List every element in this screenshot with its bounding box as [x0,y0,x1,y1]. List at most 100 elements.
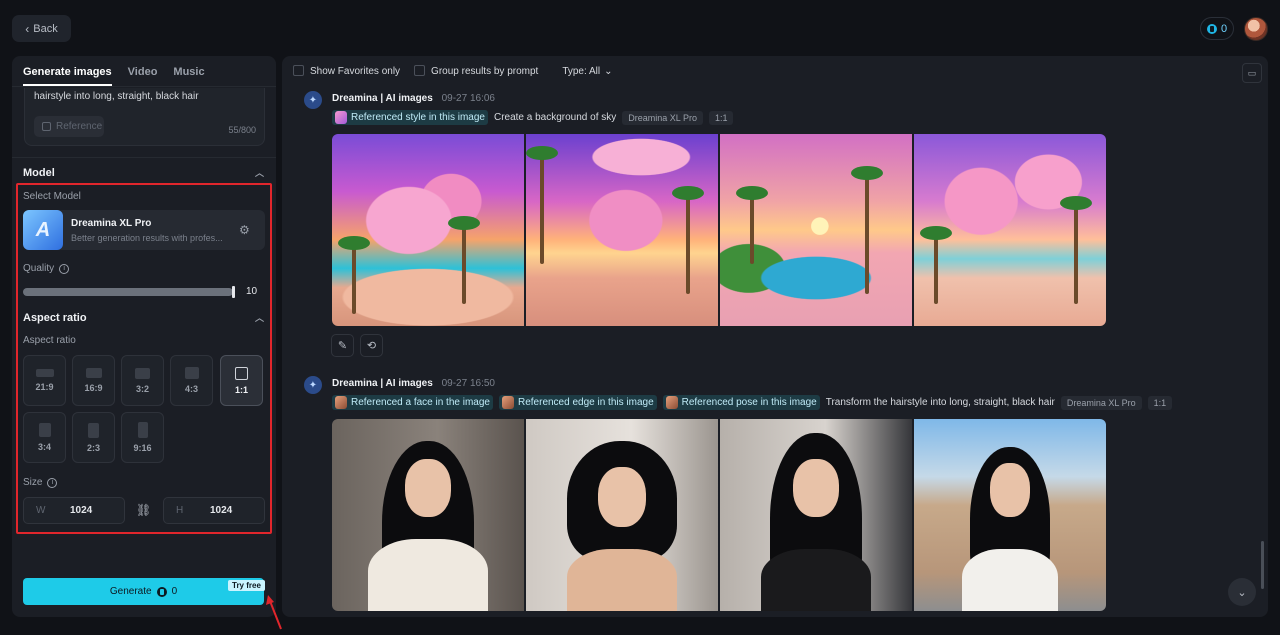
scroll-down-button[interactable]: ⌄ [1228,578,1256,606]
dreamina-logo-icon: ✦ [304,376,322,394]
reference-text: Referenced a face in the image [351,397,490,408]
reference-chip[interactable]: Referenced edge in this image [498,395,657,410]
reference-chip[interactable]: Referenced pose in this image [662,395,820,410]
model-tag: Dreamina XL Pro [622,110,703,125]
favorites-checkbox[interactable]: Show Favorites only [293,65,400,77]
tab-music[interactable]: Music [173,66,204,86]
type-label: Type: All [562,65,601,77]
folder-icon[interactable]: ▭ [1242,63,1262,83]
quality-label-row: Quality i [23,263,70,274]
model-tag: Dreamina XL Pro [1060,395,1142,410]
generated-image[interactable] [720,134,912,326]
ratio-label: 3:2 [135,383,149,394]
generated-image[interactable] [914,134,1106,326]
ratio-shape-icon [38,423,51,437]
red-arrow-icon [266,595,282,630]
tab-divider [12,86,276,87]
palm-tree-icon [672,186,704,294]
chevron-left-icon: ‹ [25,21,30,36]
scrollbar[interactable] [1261,541,1264,589]
height-value[interactable]: 1024 [210,505,232,516]
generated-image[interactable] [720,419,912,611]
generated-image[interactable] [914,419,1106,611]
link-icon[interactable]: ⛓ [136,503,151,517]
checkbox-icon[interactable] [414,65,426,76]
ratio-2-3[interactable]: 2:3 [72,412,115,463]
model-selector[interactable]: A Dreamina XL Pro Better generation resu… [23,210,265,250]
width-value[interactable]: 1024 [70,505,92,516]
regenerate-icon[interactable]: ⟲ [360,334,383,357]
ratio-shape-icon [135,367,150,379]
credits-count: 0 [1220,22,1228,35]
ratio-4-3[interactable]: 4:3 [170,355,213,406]
generation-prompt: Create a background of sky [493,112,617,123]
reference-thumbnail [335,111,347,124]
generation-time: 09-27 16:50 [441,378,495,389]
ratio-9-16[interactable]: 9:16 [121,412,164,463]
model-name: Dreamina XL Pro [71,217,152,229]
height-field[interactable]: H 1024 [163,497,265,524]
info-icon[interactable]: i [47,477,58,488]
generated-image[interactable] [332,419,524,611]
aspect-ratio-label: Aspect ratio [23,335,76,346]
ratio-3-4[interactable]: 3:4 [23,412,66,463]
generation-prompt-row: Referenced a face in the image Reference… [332,395,1173,410]
height-key: H [176,505,184,516]
ratio-shape-icon [137,422,148,438]
tab-generate-images[interactable]: Generate images [23,66,112,86]
image-actions: ✎ ⟲ [331,334,383,357]
checkbox-icon[interactable] [293,65,304,76]
quality-label: Quality [23,263,55,274]
ratio-3-2[interactable]: 3:2 [121,355,164,406]
type-dropdown[interactable]: Type: All ⌄ [562,66,612,77]
prompt-text[interactable]: hairstyle into long, straight, black hai… [34,91,199,102]
reference-chip[interactable]: Referenced a face in the image [332,395,493,410]
credit-coin-icon [156,586,167,597]
ratio-16-9[interactable]: 16:9 [72,355,115,406]
info-icon[interactable]: i [59,263,70,274]
aspect-section-header[interactable]: Aspect ratio ︿ [23,311,264,324]
reference-chip[interactable]: Referenced style in this image [332,110,488,125]
ratio-label: 2:3 [86,442,100,453]
chevron-up-icon[interactable]: ︿ [255,311,264,324]
body-shape [567,549,677,611]
palm-tree-icon [736,186,768,264]
credit-coin-icon [1206,23,1217,34]
reference-text: Referenced style in this image [351,112,485,123]
aspect-section-title: Aspect ratio [23,311,87,324]
face-shape [793,459,839,517]
group-checkbox[interactable]: Group results by prompt [414,65,538,77]
quality-slider-handle[interactable] [232,286,235,298]
results-panel: Show Favorites only Group results by pro… [282,56,1268,617]
face-shape [405,459,451,517]
ratio-shape-icon [235,366,248,380]
prompt-input[interactable]: hairstyle into long, straight, black hai… [24,88,265,146]
chevron-down-icon: ⌄ [1237,586,1247,599]
ratio-shape-icon [184,367,199,379]
ratio-shape-icon [88,422,99,438]
ratio-21-9[interactable]: 21:9 [23,355,66,406]
back-button[interactable]: ‹ Back [12,15,71,42]
avatar[interactable] [1244,17,1268,41]
credits-badge[interactable]: 0 [1200,17,1234,40]
edit-icon[interactable]: ✎ [331,334,354,357]
palm-tree-icon [851,166,883,294]
quality-slider[interactable] [23,286,235,298]
generated-image[interactable] [526,419,718,611]
width-field[interactable]: W 1024 [23,497,125,524]
model-section-header[interactable]: Model ︿ [23,166,264,179]
palm-tree-icon [1060,196,1092,304]
width-key: W [36,505,46,516]
sliders-icon[interactable]: ⚙ [239,223,253,237]
quality-value: 10 [246,286,258,297]
ratio-1-1[interactable]: 1:1 [220,355,263,406]
chevron-up-icon[interactable]: ︿ [255,166,264,179]
tab-video[interactable]: Video [128,66,158,86]
reference-button[interactable]: Reference [34,116,104,137]
back-label: Back [33,22,58,35]
generation-header: Dreamina | AI images 09-27 16:06 [332,93,495,104]
generated-image[interactable] [526,134,718,326]
generated-image[interactable] [332,134,524,326]
ratio-label: 21:9 [35,382,54,392]
generation-source: Dreamina | AI images [332,378,433,389]
